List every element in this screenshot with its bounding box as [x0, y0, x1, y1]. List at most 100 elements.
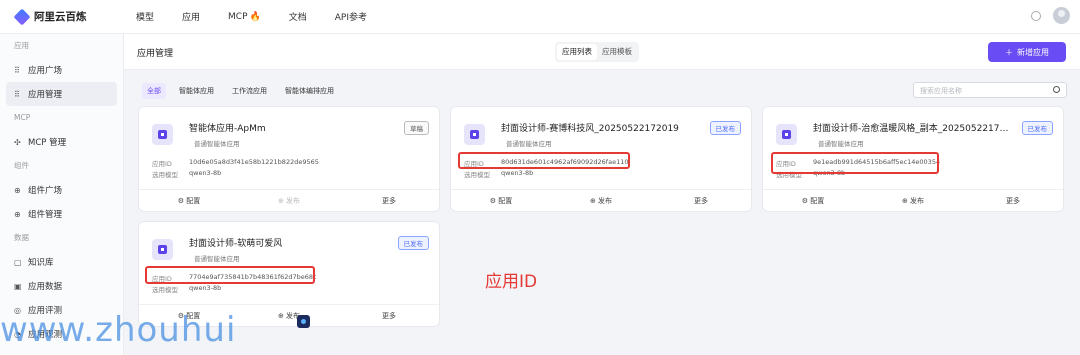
nav-item-mcp[interactable]: MCP 🔥 [228, 12, 261, 22]
publish-label: 发布 [598, 196, 613, 205]
app-icon [776, 124, 797, 145]
main: 应用管理 应用列表 应用模板 ＋ 新增应用 全部 智能体应用 工作流应用 智能体编… [124, 34, 1080, 355]
model-value: qwen3-8b [501, 169, 534, 177]
config-label: 配置 [810, 196, 825, 205]
top-bar: 阿里云百炼 模型 应用 MCP 🔥 文档 API参考 [0, 0, 1080, 34]
config-button[interactable]: ⚙ 配置 [763, 196, 863, 206]
config-icon: ⚙ [489, 196, 499, 205]
app-title: 智能体应用-ApMm [189, 124, 266, 134]
status-badge: 已发布 [1021, 121, 1053, 135]
app-icon [464, 124, 485, 145]
nav-item-models[interactable]: 模型 [136, 10, 154, 23]
sidebar-item-mcp-manage[interactable]: ✣ MCP 管理 [6, 130, 117, 154]
filter-agent[interactable]: 智能体应用 [174, 83, 219, 99]
publish-button[interactable]: ⊕ 发布 [239, 311, 339, 321]
more-button[interactable]: 更多 [651, 196, 751, 206]
sidebar-item-label: 知识库 [28, 258, 54, 268]
add-app-label: 新增应用 [1017, 47, 1049, 57]
model-value: qwen3-8b [189, 284, 222, 292]
annotation-label: 应用ID [485, 272, 538, 292]
sidebar-item-app-manage[interactable]: ⠿ 应用管理 [6, 82, 117, 106]
model-value: qwen3-8b [189, 169, 222, 177]
config-label: 配置 [186, 196, 201, 205]
plus-icon: ＋ [1005, 47, 1013, 57]
highlight-box [771, 152, 939, 174]
highlight-box [458, 152, 630, 169]
filter-orchestration[interactable]: 智能体编排应用 [280, 83, 339, 99]
highlight-box [145, 266, 315, 284]
app-type: 普通智能体应用 [506, 140, 552, 148]
status-badge: 已发布 [709, 121, 741, 135]
app-card[interactable]: 智能体应用-ApMm 普通智能体应用 草稿 应用ID 10d6e05a8d3f4… [138, 106, 440, 212]
config-button[interactable]: ⚙ 配置 [451, 196, 551, 206]
logo-icon [13, 8, 31, 25]
card-actions: ⚙ 配置 ⊕ 发布 更多 [451, 189, 751, 211]
sidebar-item-app-square[interactable]: ⠿ 应用广场 [6, 58, 117, 82]
floating-assistant-icon[interactable] [297, 315, 310, 328]
card-actions: ⚙ 配置 ⊕ 发布 更多 [139, 189, 439, 211]
status-badge: 草稿 [404, 121, 429, 135]
publish-button[interactable]: ⊕ 发布 [239, 196, 339, 206]
nav-item-api[interactable]: API参考 [335, 10, 367, 23]
publish-icon: ⊕ [901, 196, 911, 205]
config-icon: ⚙ [801, 196, 811, 205]
app-icon [152, 239, 173, 260]
status-badge: 已发布 [397, 236, 429, 250]
tab-app-templates[interactable]: 应用模板 [597, 44, 637, 60]
sidebar-group-components: 组件 [14, 161, 29, 170]
app-title: 封面设计师-软萌可爱风 [189, 239, 283, 249]
app-type: 普通智能体应用 [194, 140, 240, 148]
model-label: 选用模型 [152, 286, 178, 294]
grid-icon: ⠿ [14, 89, 20, 99]
sidebar-group-apps: 应用 [14, 41, 29, 50]
sidebar-item-component-manage[interactable]: ⊕ 组件管理 [6, 202, 117, 226]
book-icon: ▢ [14, 257, 22, 267]
sidebar: 应用 ⠿ 应用广场 ⠿ 应用管理 MCP ✣ MCP 管理 组件 ⊕ 组件广场 ⊕ 组件管… [0, 34, 124, 355]
page-title: 应用管理 [137, 49, 174, 59]
model-label: 选用模型 [152, 171, 178, 179]
sidebar-item-label: 应用数据 [28, 282, 63, 292]
nav-item-apps[interactable]: 应用 [182, 10, 200, 23]
sidebar-group-data: 数据 [14, 233, 29, 242]
add-app-button[interactable]: ＋ 新增应用 [988, 42, 1066, 62]
app-title: 封面设计师-治愈温暖风格_副本_202505221711... [813, 124, 1011, 134]
content-area: 全部 智能体应用 工作流应用 智能体编排应用 搜索应用名称 智能体应用-ApMm… [124, 70, 1080, 355]
publish-label: 发布 [910, 196, 925, 205]
page-header: 应用管理 应用列表 应用模板 ＋ 新增应用 [124, 34, 1080, 70]
more-button[interactable]: 更多 [963, 196, 1063, 206]
app-id-value: 10d6e05a8d3f41e58b1221b822de9565 [189, 158, 319, 166]
search-placeholder: 搜索应用名称 [920, 87, 962, 95]
fire-icon: 🔥 [249, 11, 261, 22]
publish-icon: ⊕ [277, 196, 287, 205]
tab-app-list[interactable]: 应用列表 [557, 44, 597, 60]
component-icon: ⊕ [14, 185, 21, 195]
app-icon [152, 124, 173, 145]
sidebar-item-label: 应用广场 [28, 66, 63, 76]
avatar[interactable] [1053, 7, 1070, 24]
brand-logo[interactable]: 阿里云百炼 [13, 8, 128, 25]
sidebar-item-label: 组件管理 [28, 210, 63, 220]
sidebar-item-component-square[interactable]: ⊕ 组件广场 [6, 178, 117, 202]
gear-icon[interactable] [1031, 10, 1041, 21]
filter-all[interactable]: 全部 [142, 83, 166, 99]
nav-mcp-label: MCP [228, 11, 248, 22]
component-icon: ⊕ [14, 209, 21, 219]
publish-button[interactable]: ⊕ 发布 [863, 196, 963, 206]
publish-icon: ⊕ [589, 196, 599, 205]
publish-label: 发布 [286, 196, 301, 205]
filter-workflow[interactable]: 工作流应用 [227, 83, 272, 99]
publish-button[interactable]: ⊕ 发布 [551, 196, 651, 206]
more-button[interactable]: 更多 [339, 196, 439, 206]
sidebar-item-knowledge[interactable]: ▢ 知识库 [6, 250, 117, 274]
more-button[interactable]: 更多 [339, 311, 439, 321]
search-icon[interactable] [1053, 86, 1060, 93]
nav-item-docs[interactable]: 文档 [289, 10, 307, 23]
config-button[interactable]: ⚙ 配置 [139, 196, 239, 206]
logo-text: 阿里云百炼 [34, 11, 87, 23]
app-title: 封面设计师-赛博科技风_20250522172019 [501, 124, 679, 134]
sidebar-item-label: 组件广场 [28, 186, 63, 196]
watermark: www.zhouhui [0, 310, 237, 350]
sidebar-item-app-data[interactable]: ▣ 应用数据 [6, 274, 117, 298]
view-switch: 应用列表 应用模板 [555, 42, 639, 62]
search-input[interactable]: 搜索应用名称 [913, 82, 1067, 98]
